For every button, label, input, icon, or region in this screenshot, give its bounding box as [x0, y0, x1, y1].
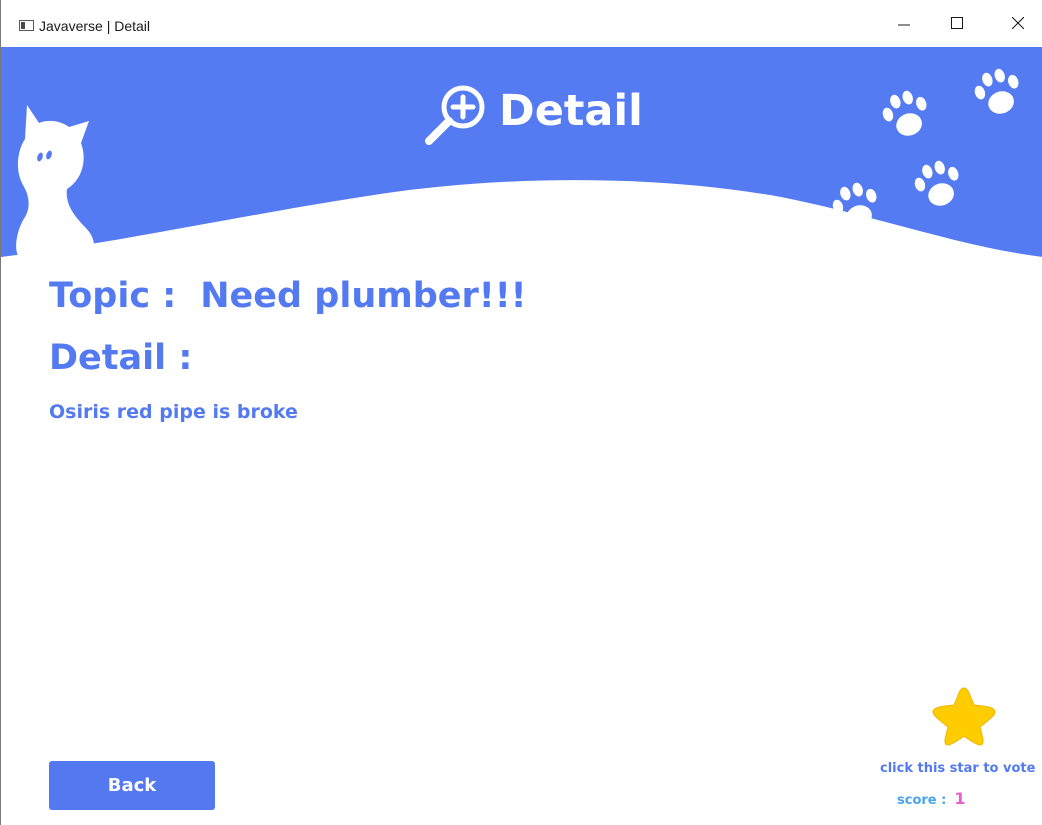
page-title: Detail: [499, 86, 643, 136]
paw-print-icon: [832, 182, 877, 228]
minimize-button[interactable]: [881, 8, 927, 38]
cat-silhouette: [16, 105, 94, 257]
topic-label: Topic :: [49, 276, 177, 316]
maximize-icon: [951, 17, 963, 29]
maximize-button[interactable]: [934, 8, 980, 38]
header-banner: [1, 47, 1042, 262]
app-icon: [19, 20, 34, 31]
close-button[interactable]: [995, 8, 1041, 38]
score-value: 1: [954, 789, 966, 808]
back-button[interactable]: Back: [49, 761, 215, 810]
header-wave-background: [1, 47, 1042, 257]
topic-value: Need plumber!!!: [200, 276, 527, 316]
paw-print-icon: [914, 160, 959, 206]
topic-row: Topic : Need plumber!!!: [49, 276, 527, 316]
paw-print-icon: [882, 90, 927, 136]
score-label: score :: [897, 793, 947, 808]
window-title: Javaverse | Detail: [39, 18, 151, 34]
zoom-in-magnifier-icon: [425, 85, 485, 145]
paw-print-icon: [974, 68, 1019, 114]
minimize-icon: [898, 24, 910, 26]
app-window: Javaverse | Detail Detail Topic: Need p…: [0, 0, 1042, 825]
vote-hint: click this star to vote: [880, 761, 1036, 776]
score-row: score : 1: [897, 789, 965, 808]
star-icon[interactable]: [931, 684, 997, 746]
close-icon: [1012, 17, 1024, 29]
title-bar[interactable]: Javaverse | Detail: [1, 0, 1042, 47]
detail-label: Detail :: [49, 338, 193, 378]
detail-text: Osiris red pipe is broke: [49, 401, 298, 423]
